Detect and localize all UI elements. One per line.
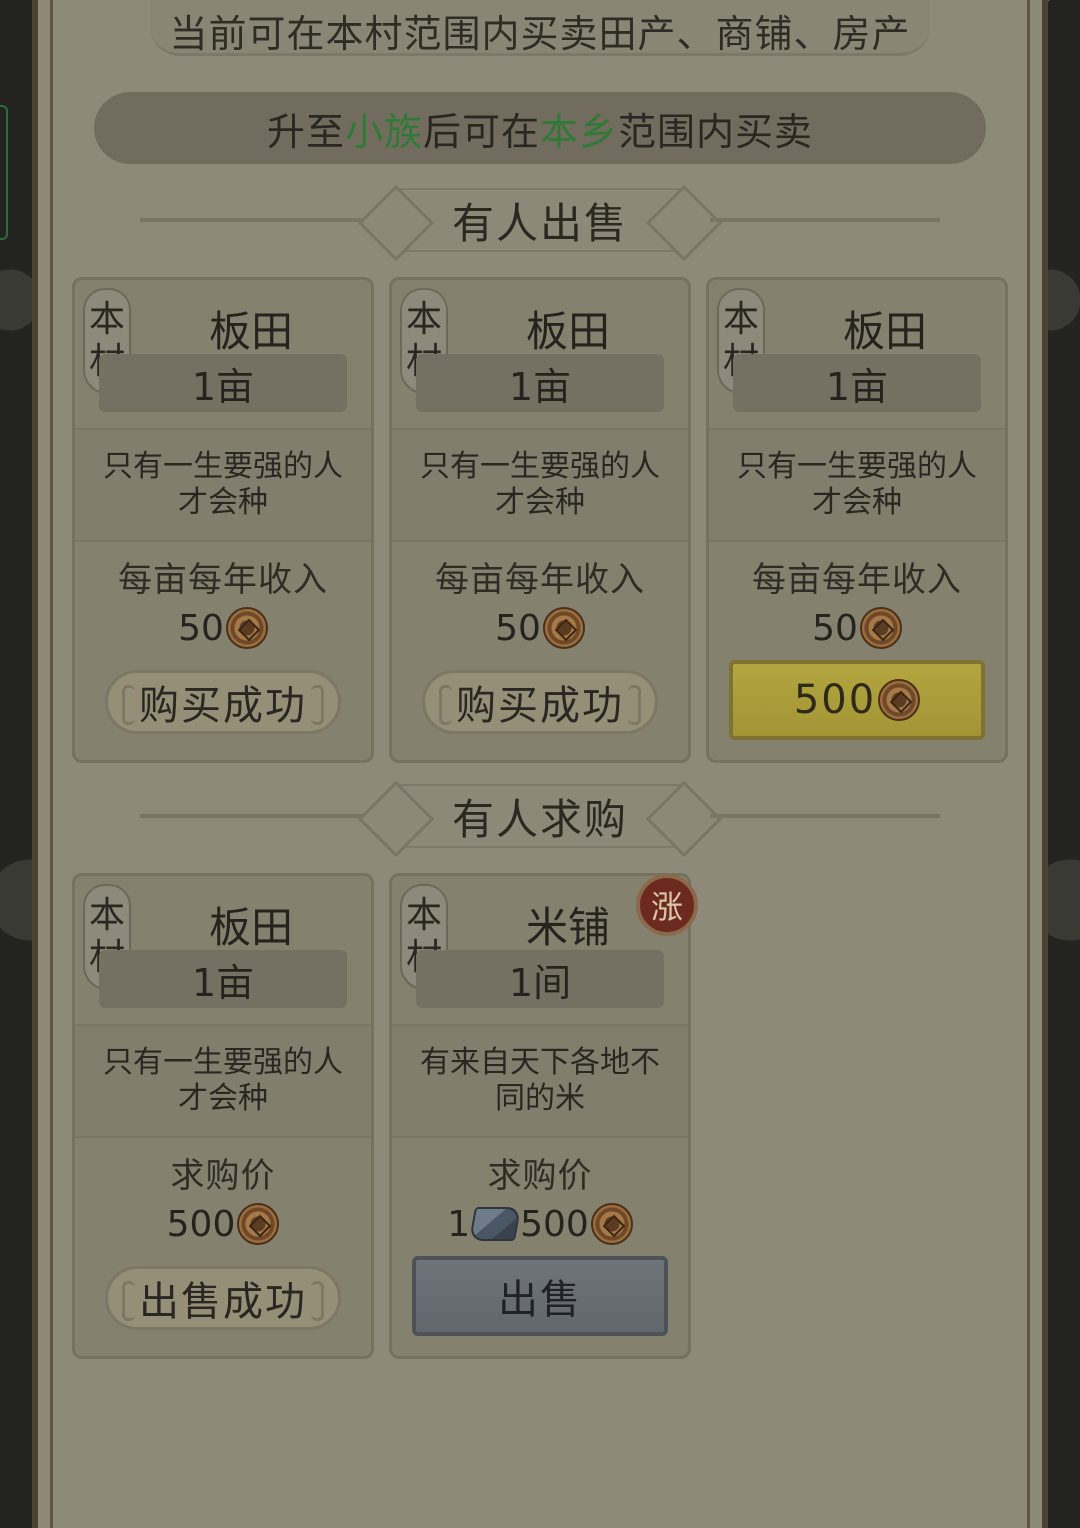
item-quantity: 1亩 bbox=[99, 354, 347, 412]
copper-coin-icon bbox=[237, 1203, 280, 1245]
price-label: 每亩每年收入 bbox=[118, 560, 328, 600]
item-description: 只有一生要强的人才会种 bbox=[75, 1024, 371, 1138]
section-divider bbox=[140, 814, 370, 818]
item-name: 板田 bbox=[525, 307, 610, 356]
price-amount: 50 bbox=[495, 607, 541, 649]
item-quantity: 1亩 bbox=[416, 354, 664, 412]
item-description: 只有一生要强的人才会种 bbox=[75, 428, 371, 542]
price-label: 每亩每年收入 bbox=[435, 560, 645, 600]
section-title-buying: 有人求购 bbox=[395, 784, 685, 848]
card-header: 本 村 板田 1亩 bbox=[392, 280, 688, 428]
item-name: 板田 bbox=[208, 307, 293, 356]
price-amount: 500 bbox=[520, 1203, 589, 1245]
purchase-success-button[interactable]: 购买成功 bbox=[422, 670, 658, 734]
listing-card: 本 村 板田 1亩 只有一生要强的人才会种 每亩每年收入 50 500 bbox=[706, 277, 1008, 763]
item-quantity: 1亩 bbox=[99, 950, 347, 1008]
price-label: 每亩每年收入 bbox=[752, 560, 962, 600]
section-divider bbox=[710, 218, 940, 222]
price-value: 50 bbox=[75, 606, 371, 650]
copper-coin-icon bbox=[859, 607, 902, 649]
location-tag-char: 本 bbox=[405, 299, 442, 340]
card-header: 本 村 板田 1亩 bbox=[709, 280, 1005, 428]
card-header: 本 村 板田 1亩 bbox=[75, 280, 371, 428]
price-amount: 500 bbox=[166, 1203, 236, 1245]
sell-success-button[interactable]: 出售成功 bbox=[105, 1266, 341, 1330]
upgrade-hint: 升至 小族 后可在 本乡 范围内买卖 bbox=[94, 92, 986, 164]
upgrade-rank: 小族 bbox=[344, 109, 423, 154]
section-divider bbox=[710, 814, 940, 818]
copper-coin-icon bbox=[878, 679, 921, 721]
copper-coin-icon bbox=[542, 607, 585, 649]
upgrade-area: 本乡 bbox=[540, 109, 619, 154]
notice-banner: 当前可在本村范围内买卖田产、商铺、房产 bbox=[110, 0, 970, 60]
listing-card: 本 村 板田 1亩 只有一生要强的人才会种 每亩每年收入 50 购买成功 bbox=[389, 277, 691, 763]
item-description: 只有一生要强的人才会种 bbox=[709, 428, 1005, 542]
item-quantity: 1亩 bbox=[733, 354, 981, 412]
section-header-selling: 有人出售 bbox=[140, 188, 940, 252]
request-card: 本 村 板田 1亩 只有一生要强的人才会种 求购价 500 出售成功 bbox=[72, 873, 374, 1359]
buy-button[interactable]: 500 bbox=[729, 660, 985, 740]
location-tag-char: 本 bbox=[722, 299, 759, 340]
price-silver-amount: 1 bbox=[447, 1203, 471, 1245]
price-label: 求购价 bbox=[487, 1156, 593, 1196]
item-quantity: 1间 bbox=[416, 950, 664, 1008]
notice-text: 当前可在本村范围内买卖田产、商铺、房产 bbox=[169, 11, 911, 56]
request-card: 本 村 米铺 1间 涨 有来自天下各地不同的米 求购价 1500 出售 bbox=[389, 873, 698, 1359]
section-divider bbox=[140, 218, 370, 222]
upgrade-middle: 后可在 bbox=[422, 109, 540, 154]
price-value: 1 500 bbox=[392, 1202, 688, 1246]
side-tab[interactable] bbox=[0, 105, 8, 240]
price-value: 50 bbox=[709, 606, 1005, 650]
item-description: 只有一生要强的人才会种 bbox=[392, 428, 688, 542]
item-name: 板田 bbox=[208, 903, 293, 952]
item-description: 有来自天下各地不同的米 bbox=[392, 1024, 688, 1138]
location-tag-char: 本 bbox=[88, 895, 125, 936]
price-label: 求购价 bbox=[170, 1156, 276, 1196]
copper-coin-icon bbox=[225, 607, 268, 649]
buy-price: 500 bbox=[793, 677, 877, 723]
price-value: 500 bbox=[75, 1202, 371, 1246]
card-header: 本 村 板田 1亩 bbox=[75, 876, 371, 1024]
section-header-buying: 有人求购 bbox=[140, 784, 940, 848]
location-tag-char: 本 bbox=[405, 895, 442, 936]
price-amount: 50 bbox=[812, 607, 858, 649]
copper-coin-icon bbox=[590, 1203, 633, 1245]
price-amount: 50 bbox=[178, 607, 224, 649]
upgrade-suffix: 范围内买卖 bbox=[618, 109, 814, 154]
section-title-selling: 有人出售 bbox=[395, 188, 685, 252]
upgrade-prefix: 升至 bbox=[266, 109, 345, 154]
purchase-success-button[interactable]: 购买成功 bbox=[105, 670, 341, 734]
location-tag-char: 本 bbox=[88, 299, 125, 340]
silver-ingot-icon bbox=[469, 1207, 522, 1241]
sell-button[interactable]: 出售 bbox=[412, 1256, 668, 1336]
listing-card: 本 村 板田 1亩 只有一生要强的人才会种 每亩每年收入 50 购买成功 bbox=[72, 277, 374, 763]
price-value: 50 bbox=[392, 606, 688, 650]
price-rise-badge: 涨 bbox=[636, 874, 698, 936]
item-name: 板田 bbox=[842, 307, 927, 356]
